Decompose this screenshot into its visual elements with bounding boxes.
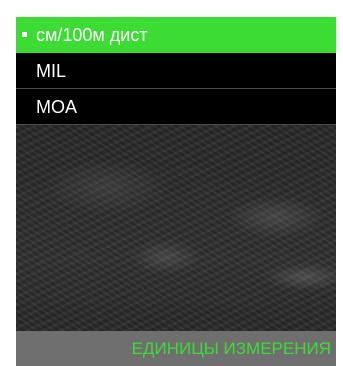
- menu-item-label: MIL: [36, 61, 67, 81]
- menu-title-footer: ЕДИНИЦЫ ИЗМЕРЕНИЯ: [16, 331, 336, 366]
- menu-item-label: см/100м дист: [36, 25, 148, 45]
- menu-item-label: MOA: [36, 97, 78, 117]
- footer-title: ЕДИНИЦЫ ИЗМЕРЕНИЯ: [131, 339, 331, 358]
- menu-item-mil[interactable]: MIL: [16, 53, 336, 89]
- selected-bullet-icon: [22, 32, 27, 37]
- menu-item-cm-per-100m[interactable]: см/100м дист: [16, 17, 336, 53]
- device-screen: см/100м дист MIL MOA ЕДИНИЦЫ ИЗМЕРЕНИЯ: [16, 17, 336, 366]
- menu-item-moa[interactable]: MOA: [16, 89, 336, 125]
- units-menu: см/100м дист MIL MOA: [16, 17, 336, 125]
